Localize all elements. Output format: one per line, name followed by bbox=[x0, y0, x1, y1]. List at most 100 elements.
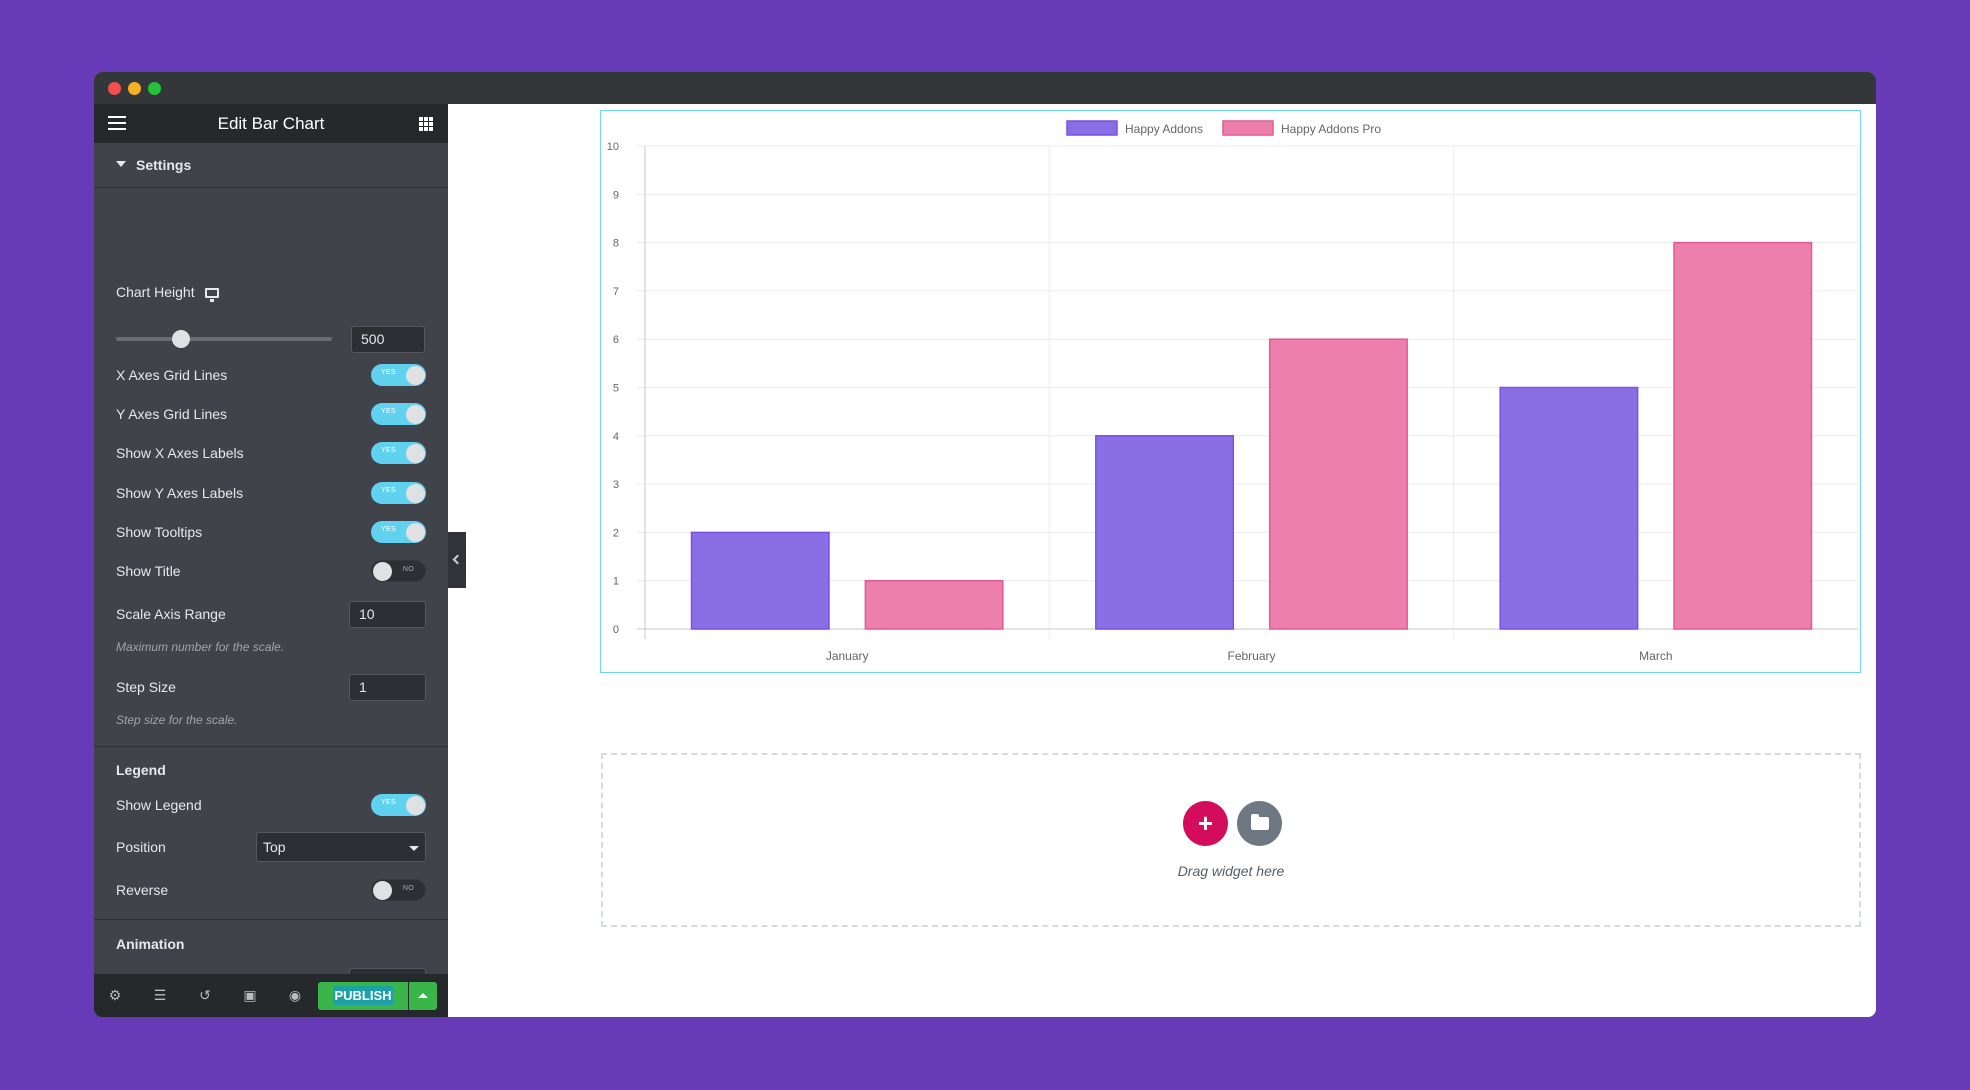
y-grid-row: Y Axes Grid Lines YES bbox=[116, 399, 426, 429]
tooltips-label: Show Tooltips bbox=[116, 524, 203, 540]
y-tick-label: 8 bbox=[613, 238, 619, 250]
show-legend-row: Show Legend YES bbox=[116, 790, 426, 820]
x-labels-toggle[interactable]: YES bbox=[371, 442, 426, 464]
settings-icon[interactable]: ⚙ bbox=[107, 987, 123, 1003]
x-grid-label: X Axes Grid Lines bbox=[116, 367, 228, 383]
legend-position-row: Position Top bbox=[116, 832, 426, 862]
y-tick-label: 4 bbox=[613, 431, 619, 443]
widget-drop-area[interactable]: + Drag widget here bbox=[601, 753, 1861, 927]
publish-button[interactable]: PUBLISH bbox=[318, 982, 408, 1010]
step-size-hint: Step size for the scale. bbox=[116, 713, 238, 727]
template-library-button[interactable] bbox=[1237, 801, 1282, 846]
legend-section-label: Legend bbox=[116, 762, 166, 778]
y-labels-row: Show Y Axes Labels YES bbox=[116, 478, 426, 508]
widgets-grid-icon[interactable] bbox=[419, 117, 433, 131]
x-grid-row: X Axes Grid Lines YES bbox=[116, 360, 426, 390]
section-divider bbox=[94, 746, 448, 747]
y-grid-toggle[interactable]: YES bbox=[371, 403, 426, 425]
panel-title: Edit Bar Chart bbox=[217, 114, 325, 133]
legend-swatch bbox=[1222, 120, 1274, 136]
reverse-row: Reverse NO bbox=[116, 875, 426, 905]
add-section-button[interactable]: + bbox=[1183, 801, 1228, 846]
y-labels-label: Show Y Axes Labels bbox=[116, 485, 244, 501]
collapse-panel-button[interactable] bbox=[448, 532, 466, 588]
minimize-window-button[interactable] bbox=[128, 82, 141, 95]
chart-height-input-row bbox=[351, 324, 426, 354]
legend-position-label: Position bbox=[116, 839, 166, 855]
title-bar bbox=[94, 72, 1876, 104]
scale-range-input[interactable] bbox=[349, 600, 426, 628]
x-labels-row: Show X Axes Labels YES bbox=[116, 438, 426, 468]
close-window-button[interactable] bbox=[108, 82, 121, 95]
bar-happy-addons-february bbox=[1095, 435, 1235, 630]
step-size-label: Step Size bbox=[116, 679, 176, 695]
bar-happy-addons-march bbox=[1499, 386, 1639, 630]
drop-hint: Drag widget here bbox=[1177, 863, 1285, 879]
settings-section-label: Settings bbox=[136, 157, 192, 173]
chart-height-row: Chart Height bbox=[116, 277, 426, 307]
legend-label: Happy Addons bbox=[1125, 122, 1203, 136]
show-title-toggle[interactable]: NO bbox=[371, 560, 426, 582]
x-tick-label: February bbox=[1227, 649, 1275, 663]
responsive-icon[interactable]: ▣ bbox=[242, 987, 258, 1003]
panel-footer: ⚙ ☰ ↺ ▣ ◉ PUBLISH bbox=[94, 974, 448, 1017]
panel-header: Edit Bar Chart bbox=[94, 104, 448, 143]
slider-handle[interactable] bbox=[171, 330, 190, 348]
legend-label: Happy Addons Pro bbox=[1281, 122, 1381, 136]
show-title-label: Show Title bbox=[116, 563, 181, 579]
scale-range-label: Scale Axis Range bbox=[116, 606, 226, 622]
x-tick-label: March bbox=[1639, 649, 1672, 663]
chart-height-slider[interactable] bbox=[116, 329, 332, 349]
bar-happy-addons-pro-january bbox=[864, 579, 1004, 630]
folder-icon bbox=[1251, 814, 1269, 830]
y-labels-toggle[interactable]: YES bbox=[371, 482, 426, 504]
layers-icon[interactable]: ☰ bbox=[152, 987, 168, 1003]
editor-window: Edit Bar Chart Settings Chart Height X A… bbox=[94, 72, 1876, 1017]
y-tick-label: 5 bbox=[613, 383, 619, 395]
y-tick-label: 0 bbox=[613, 624, 619, 636]
reverse-label: Reverse bbox=[116, 882, 169, 898]
bar-happy-addons-pro-march bbox=[1673, 241, 1813, 630]
publish-options-button[interactable] bbox=[409, 982, 437, 1010]
x-labels-label: Show X Axes Labels bbox=[116, 445, 244, 461]
legend-swatch bbox=[1066, 120, 1118, 136]
bar-happy-addons-january bbox=[690, 531, 830, 630]
y-grid-label: Y Axes Grid Lines bbox=[116, 406, 228, 422]
settings-section-toggle[interactable]: Settings bbox=[94, 143, 448, 188]
tooltips-toggle[interactable]: YES bbox=[371, 521, 426, 543]
step-size-row: Step Size bbox=[116, 672, 426, 702]
show-legend-toggle[interactable]: YES bbox=[371, 794, 426, 816]
chart-height-label: Chart Height bbox=[116, 284, 426, 303]
caret-down-icon bbox=[116, 161, 126, 168]
scale-range-row: Scale Axis Range bbox=[116, 599, 426, 629]
x-grid-toggle[interactable]: YES bbox=[371, 364, 426, 386]
reverse-toggle[interactable]: NO bbox=[371, 879, 426, 901]
slider-track bbox=[116, 337, 332, 341]
y-tick-label: 2 bbox=[613, 527, 619, 539]
bar-chart-widget[interactable]: 0 1 2 3 4 5 6 7 8 9 10 January February March Happy Ad… bbox=[600, 110, 1861, 673]
y-tick-label: 1 bbox=[613, 576, 619, 588]
y-tick-label: 7 bbox=[613, 286, 619, 298]
maximize-window-button[interactable] bbox=[148, 82, 161, 95]
desktop-icon[interactable] bbox=[204, 288, 219, 303]
y-tick-label: 10 bbox=[607, 141, 619, 153]
bar-chart: 0 1 2 3 4 5 6 7 8 9 10 January February March Happy Ad… bbox=[607, 120, 1859, 663]
chart-height-input[interactable] bbox=[351, 325, 425, 353]
dropdown-arrow-icon bbox=[409, 846, 419, 851]
section-divider bbox=[94, 919, 448, 920]
legend-position-select[interactable]: Top bbox=[256, 832, 426, 862]
x-tick-label: January bbox=[826, 649, 869, 663]
history-icon[interactable]: ↺ bbox=[197, 987, 213, 1003]
show-legend-label: Show Legend bbox=[116, 797, 202, 813]
y-tick-label: 3 bbox=[613, 479, 619, 491]
step-size-input[interactable] bbox=[349, 673, 426, 701]
y-tick-label: 9 bbox=[613, 189, 619, 201]
bar-happy-addons-pro-february bbox=[1268, 338, 1408, 630]
animation-section-label: Animation bbox=[116, 936, 185, 952]
scale-range-hint: Maximum number for the scale. bbox=[116, 640, 285, 654]
editor-panel: Edit Bar Chart Settings Chart Height X A… bbox=[94, 104, 448, 1017]
tooltips-row: Show Tooltips YES bbox=[116, 517, 426, 547]
y-tick-label: 6 bbox=[613, 334, 619, 346]
preview-icon[interactable]: ◉ bbox=[287, 987, 303, 1003]
show-title-row: Show Title NO bbox=[116, 556, 426, 586]
